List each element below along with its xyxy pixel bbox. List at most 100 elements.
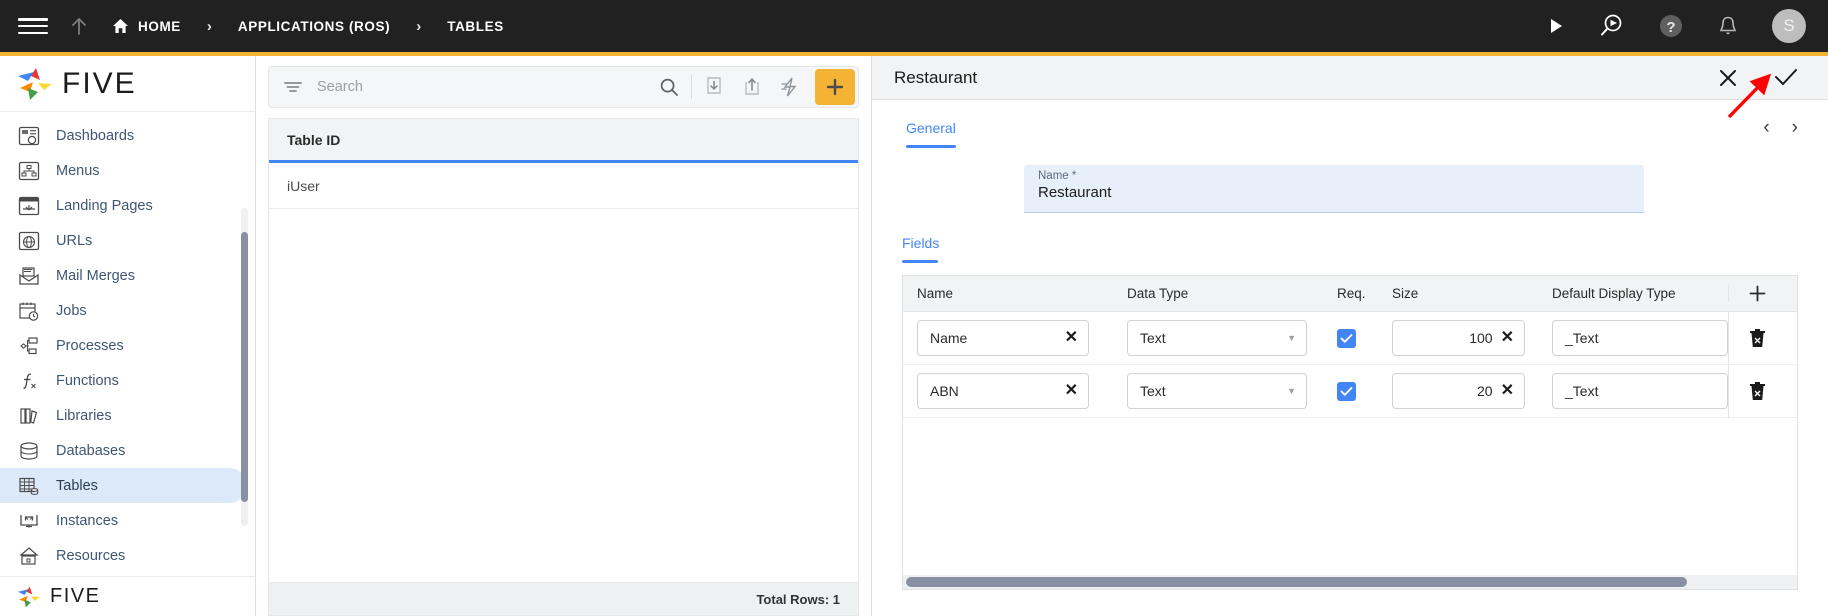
sidebar-item-label: Databases [56, 442, 126, 459]
sidebar: FIVE Dashboards Menus Landing Pages URLs… [0, 56, 256, 616]
field-required-checkbox[interactable] [1337, 328, 1356, 348]
column-header-name[interactable]: Name [903, 286, 1113, 301]
column-header-req[interactable]: Req. [1323, 286, 1378, 301]
sidebar-item-processes[interactable]: Processes [0, 328, 247, 363]
svg-text:?: ? [1666, 19, 1675, 36]
mail-merge-icon [14, 264, 44, 288]
sidebar-item-instances[interactable]: Instances [0, 503, 247, 538]
hamburger-menu-icon[interactable] [18, 15, 48, 37]
clear-icon[interactable]: ✕ [1501, 383, 1514, 399]
field-data-type-select[interactable]: Text ▼ [1127, 373, 1307, 409]
grid-header-row: Table ID [269, 119, 858, 163]
detail-bottom-spacer [902, 590, 1798, 616]
breadcrumb-item-tables[interactable]: TABLES [447, 19, 504, 34]
field-display-type-cell: _Text [1538, 320, 1728, 356]
sidebar-item-label: URLs [56, 232, 93, 249]
detail-tabs: General ‹ › [902, 114, 1798, 148]
field-required-checkbox[interactable] [1337, 381, 1356, 401]
field-name-input[interactable]: Name ✕ [917, 320, 1089, 356]
sidebar-item-label: Processes [56, 337, 124, 354]
sidebar-item-landing-pages[interactable]: Landing Pages [0, 188, 247, 223]
field-data-type-cell: Text ▼ [1113, 373, 1323, 409]
brand-logo-bottom: FIVE [0, 576, 255, 616]
libraries-icon [14, 404, 44, 428]
lightning-icon[interactable] [771, 66, 809, 108]
sidebar-item-dashboards[interactable]: Dashboards [0, 118, 247, 153]
sidebar-item-resources[interactable]: Resources [0, 538, 247, 573]
brand-logo-top[interactable]: FIVE [0, 56, 255, 112]
top-bar-actions: ? S [1548, 9, 1806, 43]
clear-icon[interactable]: ✕ [1501, 330, 1514, 346]
next-record-icon[interactable]: › [1792, 118, 1798, 137]
debug-search-icon[interactable] [1598, 13, 1624, 39]
fields-scrollbar-thumb[interactable] [906, 577, 1688, 587]
sidebar-item-libraries[interactable]: Libraries [0, 398, 247, 433]
menus-icon [14, 159, 44, 183]
search-icon[interactable] [650, 66, 688, 108]
add-field-button[interactable] [1728, 285, 1786, 302]
fields-table-scroll: Name Data Type Req. Size Default Display… [903, 276, 1797, 575]
column-header-data-type[interactable]: Data Type [1113, 286, 1323, 301]
fields-horizontal-scrollbar[interactable] [903, 575, 1797, 589]
grid-footer: Total Rows: 1 [268, 582, 859, 616]
name-field-value: Restaurant [1038, 184, 1112, 201]
sidebar-item-mail-merges[interactable]: Mail Merges [0, 258, 247, 293]
brand-text-bottom: FIVE [50, 585, 101, 607]
close-icon[interactable] [1718, 68, 1738, 88]
help-icon[interactable]: ? [1658, 13, 1684, 39]
chevron-down-icon: ▼ [1287, 386, 1296, 396]
sidebar-item-urls[interactable]: URLs [0, 223, 247, 258]
breadcrumb-item-applications[interactable]: APPLICATIONS (ROS) [238, 19, 390, 34]
save-check-icon[interactable] [1774, 68, 1798, 88]
sidebar-item-functions[interactable]: Functions [0, 363, 247, 398]
table-row[interactable]: iUser [269, 163, 858, 209]
field-size-input[interactable]: 20 ✕ [1392, 373, 1525, 409]
delete-field-button[interactable] [1728, 312, 1786, 364]
field-display-type-input[interactable]: _Text [1552, 373, 1728, 409]
add-table-button[interactable] [815, 69, 855, 105]
instances-icon [14, 509, 44, 533]
fields-tab-label: Fields [902, 235, 940, 251]
delete-field-button[interactable] [1728, 365, 1786, 417]
run-icon[interactable] [1548, 17, 1564, 35]
notifications-bell-icon[interactable] [1718, 15, 1738, 37]
sidebar-item-jobs[interactable]: Jobs [0, 293, 247, 328]
five-logo-icon [18, 67, 52, 100]
export-icon[interactable] [733, 66, 771, 108]
total-rows-label: Total Rows: 1 [756, 591, 840, 607]
column-header-default-display-type[interactable]: Default Display Type [1538, 286, 1728, 301]
prev-record-icon[interactable]: ‹ [1763, 118, 1769, 137]
clear-icon[interactable]: ✕ [1065, 330, 1078, 346]
detail-header-actions [1718, 68, 1798, 88]
import-icon[interactable] [695, 66, 733, 108]
sidebar-item-tables[interactable]: Tables [0, 468, 247, 503]
field-data-type-select[interactable]: Text ▼ [1127, 320, 1307, 356]
chevron-down-icon: ▼ [1287, 333, 1296, 343]
name-field[interactable]: Name * Restaurant [1024, 165, 1644, 213]
arrow-up-icon[interactable] [70, 16, 88, 36]
detail-body: General ‹ › Name * Restaurant Fields Nam… [872, 100, 1828, 616]
five-logo-icon-small [17, 586, 41, 607]
sidebar-scrollbar-thumb[interactable] [241, 232, 248, 502]
field-size-input[interactable]: 100 ✕ [1392, 320, 1525, 356]
sidebar-item-label: Landing Pages [56, 197, 153, 214]
search-input[interactable] [303, 79, 650, 95]
clear-icon[interactable]: ✕ [1065, 383, 1078, 399]
field-size-value: 20 [1477, 383, 1493, 399]
breadcrumb-item-home[interactable]: HOME [112, 18, 181, 34]
avatar[interactable]: S [1772, 9, 1806, 43]
field-display-type-input[interactable]: _Text [1552, 320, 1728, 356]
tab-label: General [906, 120, 956, 136]
field-name-input[interactable]: ABN ✕ [917, 373, 1089, 409]
sidebar-item-label: Mail Merges [56, 267, 135, 284]
sidebar-item-databases[interactable]: Databases [0, 433, 247, 468]
filter-icon[interactable] [283, 79, 303, 95]
sidebar-item-menus[interactable]: Menus [0, 153, 247, 188]
field-row: Name ✕ Text ▼ 100 ✕ _Text [903, 312, 1797, 365]
column-header-table-id[interactable]: Table ID [287, 132, 340, 148]
tab-fields[interactable]: Fields [902, 235, 1798, 263]
sidebar-item-label: Menus [56, 162, 100, 179]
field-name-value: Name [930, 330, 968, 346]
tab-general[interactable]: General [902, 114, 960, 148]
column-header-size[interactable]: Size [1378, 286, 1538, 301]
